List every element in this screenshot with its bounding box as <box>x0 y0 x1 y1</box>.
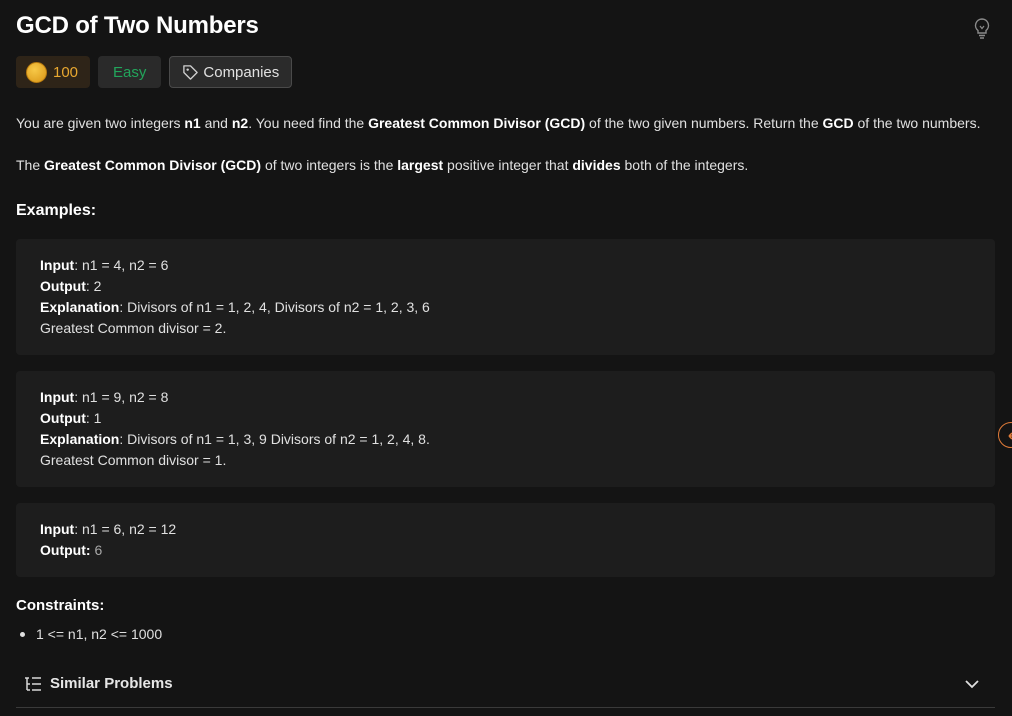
arrow-left-icon <box>1008 432 1012 440</box>
example-output: Output: 6 <box>40 542 103 558</box>
text: and <box>200 115 232 131</box>
description-paragraph-2: The Greatest Common Divisor (GCD) of two… <box>16 155 748 175</box>
problem-title: GCD of Two Numbers <box>16 12 259 39</box>
companies-button[interactable]: Companies <box>169 56 293 88</box>
bold-text: n1 <box>184 115 201 131</box>
bold-text: largest <box>397 157 444 173</box>
example-input: Input: n1 = 4, n2 = 6 <box>40 257 169 273</box>
text: of the two numbers. <box>853 115 981 131</box>
example-output: Output: 2 <box>40 278 102 294</box>
bold-text: Greatest Common Divisor (GCD) <box>368 115 586 131</box>
example-note: Greatest Common divisor = 2. <box>40 320 227 336</box>
companies-label: Companies <box>203 63 280 81</box>
example-note: Greatest Common divisor = 1. <box>40 452 227 468</box>
bold-text: GCD <box>822 115 854 131</box>
bold-text: Greatest Common Divisor (GCD) <box>44 157 262 173</box>
coins-value: 100 <box>53 63 79 81</box>
coin-icon <box>26 61 47 83</box>
text: of the two given numbers. Return the <box>585 115 823 131</box>
text: both of the integers. <box>620 157 749 173</box>
lightbulb-icon[interactable] <box>972 17 992 39</box>
example-box-1: Input: n1 = 4, n2 = 6 Output: 2 Explanat… <box>16 239 995 355</box>
example-input: Input: n1 = 9, n2 = 8 <box>40 389 169 405</box>
list-icon <box>25 676 41 691</box>
text: The <box>16 157 45 173</box>
example-box-2: Input: n1 = 9, n2 = 8 Output: 1 Explanat… <box>16 371 995 487</box>
example-output: Output: 1 <box>40 410 102 426</box>
constraint-item: 1 <= n1, n2 <= 1000 <box>20 626 162 642</box>
example-explanation: Explanation: Divisors of n1 = 1, 2, 4, D… <box>40 299 430 315</box>
examples-heading: Examples: <box>16 202 97 219</box>
example-explanation: Explanation: Divisors of n1 = 1, 3, 9 Di… <box>40 431 430 447</box>
description-paragraph-1: You are given two integers n1 and n2. Yo… <box>16 113 980 133</box>
coins-badge: 100 <box>16 56 91 88</box>
text: . You need find the <box>248 115 369 131</box>
problem-description-panel: GCD of Two Numbers 100 Easy Companies Yo… <box>0 0 1012 716</box>
chevron-down-icon <box>965 679 979 688</box>
bullet-icon <box>20 631 25 637</box>
bold-text: divides <box>572 157 621 173</box>
example-box-3: Input: n1 = 6, n2 = 12 Output: 6 <box>16 503 995 577</box>
similar-problems-label: Similar Problems <box>50 675 173 692</box>
example-input: Input: n1 = 6, n2 = 12 <box>40 521 177 537</box>
text: You are given two integers <box>16 115 185 131</box>
constraints-heading: Constraints: <box>16 597 105 614</box>
similar-problems-toggle[interactable]: Similar Problems <box>16 660 995 708</box>
difficulty-badge: Easy <box>98 56 162 88</box>
text: of two integers is the <box>261 157 398 173</box>
tag-icon <box>183 64 199 80</box>
problem-badges: 100 Easy Companies <box>16 56 293 88</box>
bold-text: n2 <box>231 115 249 131</box>
collapse-panel-button[interactable] <box>998 422 1012 448</box>
text: positive integer that <box>443 157 573 173</box>
